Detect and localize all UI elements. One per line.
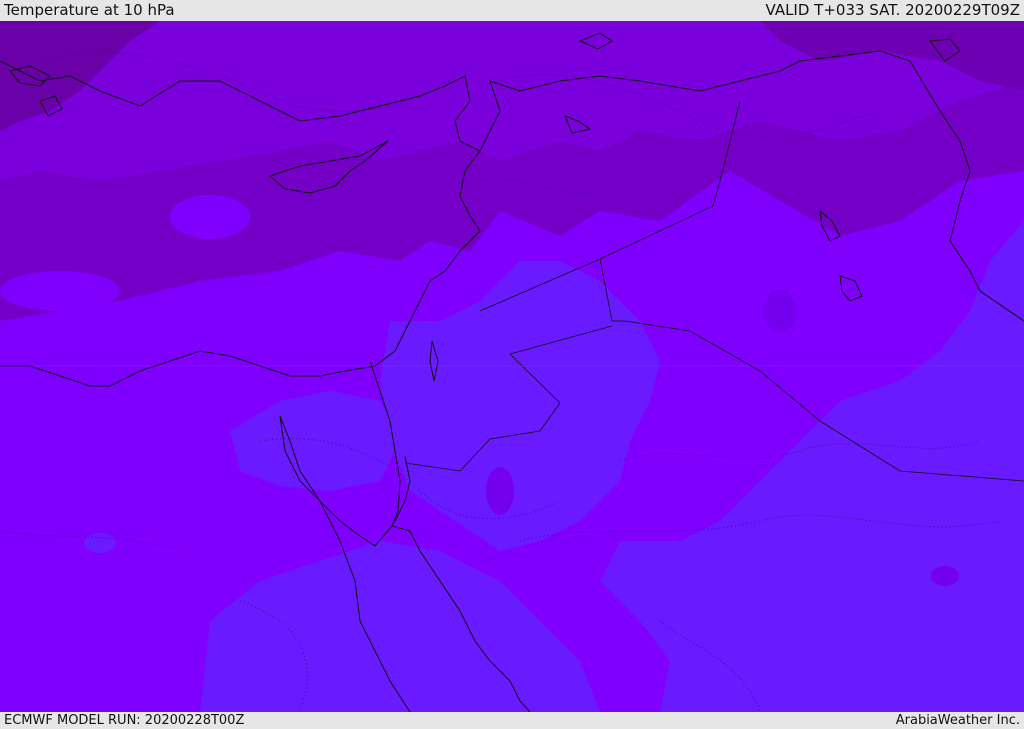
- field-blob: [170, 195, 250, 239]
- field-blob: [486, 467, 514, 515]
- header-bar: Temperature at 10 hPa VALID T+033 SAT. 2…: [0, 0, 1024, 21]
- model-run-label: ECMWF MODEL RUN: 20200228T00Z: [4, 713, 245, 728]
- valid-time-label: VALID T+033 SAT. 20200229T09Z: [765, 1, 1020, 19]
- field-blob: [931, 566, 959, 586]
- field-blob: [84, 533, 116, 553]
- field-blob: [764, 289, 796, 333]
- field-blob: [0, 271, 120, 311]
- footer-bar: ECMWF MODEL RUN: 20200228T00Z ArabiaWeat…: [0, 712, 1024, 729]
- map-title: Temperature at 10 hPa: [4, 1, 175, 19]
- provider-label: ArabiaWeather Inc.: [895, 713, 1020, 728]
- temperature-map: [0, 21, 1024, 712]
